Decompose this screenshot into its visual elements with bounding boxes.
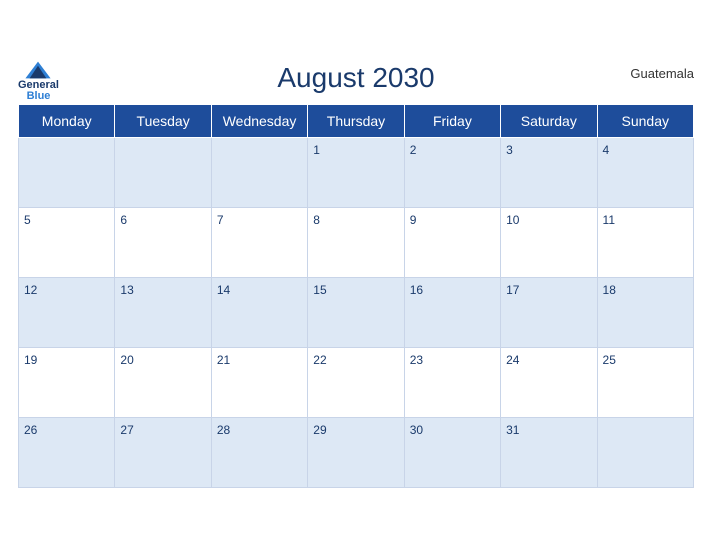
day-number: 7 [217, 213, 224, 227]
header-thursday: Thursday [308, 105, 404, 138]
calendar-day-cell: 21 [211, 348, 307, 418]
logo-area: General Blue [18, 60, 59, 102]
calendar-day-cell: 20 [115, 348, 211, 418]
calendar-day-cell: 28 [211, 418, 307, 488]
calendar-day-cell: 18 [597, 278, 693, 348]
calendar-day-cell: 9 [404, 208, 500, 278]
calendar-day-cell: 13 [115, 278, 211, 348]
day-number: 12 [24, 283, 37, 297]
calendar-day-cell: 7 [211, 208, 307, 278]
calendar-day-cell: 22 [308, 348, 404, 418]
calendar-day-cell: 30 [404, 418, 500, 488]
day-number: 28 [217, 423, 230, 437]
day-number: 29 [313, 423, 326, 437]
calendar-day-cell: 5 [19, 208, 115, 278]
calendar-week-row: 26 27 28 29 30 31 [19, 418, 694, 488]
general-blue-logo-icon [24, 60, 52, 80]
calendar-day-cell: 24 [501, 348, 597, 418]
day-number: 5 [24, 213, 31, 227]
day-number: 4 [603, 143, 610, 157]
calendar-day-cell: 31 [501, 418, 597, 488]
calendar-container: General Blue August 2030 Guatemala Monda… [0, 44, 712, 506]
header-monday: Monday [19, 105, 115, 138]
calendar-day-cell: 14 [211, 278, 307, 348]
day-number: 1 [313, 143, 320, 157]
header-friday: Friday [404, 105, 500, 138]
calendar-day-cell: 4 [597, 138, 693, 208]
calendar-day-cell [597, 418, 693, 488]
calendar-day-cell: 27 [115, 418, 211, 488]
day-number: 11 [603, 213, 615, 227]
day-number: 14 [217, 283, 230, 297]
calendar-day-cell: 6 [115, 208, 211, 278]
day-number: 31 [506, 423, 519, 437]
calendar-day-cell: 2 [404, 138, 500, 208]
calendar-day-cell [19, 138, 115, 208]
day-number: 17 [506, 283, 519, 297]
calendar-day-cell: 15 [308, 278, 404, 348]
day-number: 26 [24, 423, 37, 437]
calendar-day-cell: 11 [597, 208, 693, 278]
calendar-day-cell: 10 [501, 208, 597, 278]
calendar-grid: Monday Tuesday Wednesday Thursday Friday… [18, 104, 694, 488]
day-number: 19 [24, 353, 37, 367]
calendar-day-cell: 16 [404, 278, 500, 348]
calendar-day-cell: 23 [404, 348, 500, 418]
day-number: 22 [313, 353, 326, 367]
calendar-week-row: 5 6 7 8 9 10 11 [19, 208, 694, 278]
day-number: 25 [603, 353, 616, 367]
day-number: 16 [410, 283, 423, 297]
calendar-week-row: 12 13 14 15 16 17 18 [19, 278, 694, 348]
day-number: 6 [120, 213, 127, 227]
calendar-week-row: 19 20 21 22 23 24 25 [19, 348, 694, 418]
day-number: 8 [313, 213, 320, 227]
calendar-day-cell: 17 [501, 278, 597, 348]
calendar-day-cell [115, 138, 211, 208]
day-number: 30 [410, 423, 423, 437]
calendar-day-cell: 25 [597, 348, 693, 418]
calendar-week-row: 1 2 3 4 [19, 138, 694, 208]
header-saturday: Saturday [501, 105, 597, 138]
calendar-day-cell: 8 [308, 208, 404, 278]
calendar-day-cell [211, 138, 307, 208]
header-tuesday: Tuesday [115, 105, 211, 138]
day-number: 20 [120, 353, 133, 367]
header-sunday: Sunday [597, 105, 693, 138]
calendar-day-cell: 19 [19, 348, 115, 418]
day-number: 24 [506, 353, 519, 367]
day-number: 3 [506, 143, 513, 157]
day-number: 13 [120, 283, 133, 297]
calendar-header: General Blue August 2030 Guatemala [18, 54, 694, 98]
logo-blue-text: Blue [27, 91, 51, 102]
weekday-header-row: Monday Tuesday Wednesday Thursday Friday… [19, 105, 694, 138]
calendar-country: Guatemala [630, 66, 694, 81]
calendar-day-cell: 29 [308, 418, 404, 488]
header-wednesday: Wednesday [211, 105, 307, 138]
calendar-day-cell: 26 [19, 418, 115, 488]
day-number: 10 [506, 213, 519, 227]
day-number: 27 [120, 423, 133, 437]
calendar-day-cell: 1 [308, 138, 404, 208]
day-number: 18 [603, 283, 616, 297]
calendar-title: August 2030 [18, 62, 694, 94]
day-number: 15 [313, 283, 326, 297]
calendar-day-cell: 12 [19, 278, 115, 348]
day-number: 9 [410, 213, 417, 227]
day-number: 23 [410, 353, 423, 367]
calendar-day-cell: 3 [501, 138, 597, 208]
day-number: 21 [217, 353, 230, 367]
day-number: 2 [410, 143, 417, 157]
